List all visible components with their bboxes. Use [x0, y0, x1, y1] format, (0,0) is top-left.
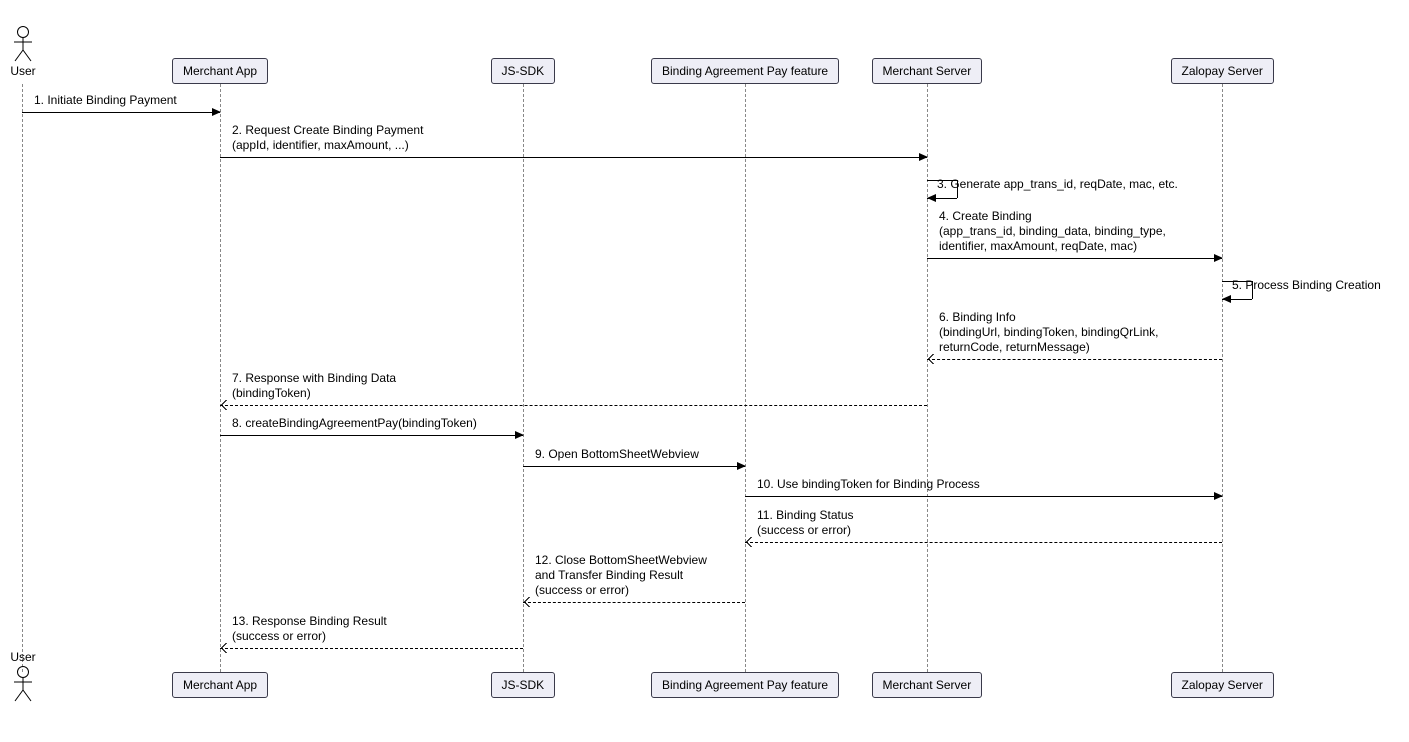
- participant-zalopay_server: Zalopay Server: [1171, 672, 1274, 698]
- participant-merchant_server: Merchant Server: [872, 58, 983, 84]
- message-label-8: 8. createBindingAgreementPay(bindingToke…: [232, 416, 477, 431]
- message-4: [927, 258, 1222, 259]
- actor-user: User: [11, 666, 35, 702]
- message-label-13: 13. Response Binding Result (success or …: [232, 614, 387, 644]
- message-label-3: 3. Generate app_trans_id, reqDate, mac, …: [937, 177, 1178, 192]
- message-label-1: 1. Initiate Binding Payment: [34, 93, 177, 108]
- sequence-diagram: User Merchant App JS-SDK Binding Agreement …: [0, 0, 1409, 742]
- message-8: [220, 435, 523, 436]
- message-label-6: 6. Binding Info (bindingUrl, bindingToke…: [939, 310, 1158, 355]
- lifeline-user: [22, 84, 23, 672]
- participant-merchant_app: Merchant App: [172, 58, 268, 84]
- participant-js_sdk: JS-SDK: [491, 672, 556, 698]
- message-6: [927, 359, 1222, 360]
- actor-user: User: [11, 26, 35, 62]
- message-1: [22, 112, 220, 113]
- message-label-2: 2. Request Create Binding Payment (appId…: [232, 123, 423, 153]
- lifeline-binding_feature: [745, 84, 746, 672]
- participant-merchant_server: Merchant Server: [872, 672, 983, 698]
- message-9: [523, 466, 745, 467]
- actor-label: User: [0, 64, 65, 78]
- message-12: [523, 602, 745, 603]
- message-label-5: 5. Process Binding Creation: [1232, 278, 1381, 293]
- message-11: [745, 542, 1222, 543]
- message-13: [220, 648, 523, 649]
- participant-binding_feature: Binding Agreement Pay feature: [651, 58, 839, 84]
- actor-label: User: [0, 650, 65, 664]
- message-7: [220, 405, 927, 406]
- participant-binding_feature: Binding Agreement Pay feature: [651, 672, 839, 698]
- message-label-12: 12. Close BottomSheetWebview and Transfe…: [535, 553, 707, 598]
- lifeline-merchant_app: [220, 84, 221, 672]
- participant-js_sdk: JS-SDK: [491, 58, 556, 84]
- message-label-7: 7. Response with Binding Data (bindingTo…: [232, 371, 396, 401]
- participant-zalopay_server: Zalopay Server: [1171, 58, 1274, 84]
- lifeline-zalopay_server: [1222, 84, 1223, 672]
- message-label-10: 10. Use bindingToken for Binding Process: [757, 477, 980, 492]
- message-2: [220, 157, 927, 158]
- lifeline-merchant_server: [927, 84, 928, 672]
- message-label-9: 9. Open BottomSheetWebview: [535, 447, 699, 462]
- message-label-4: 4. Create Binding (app_trans_id, binding…: [939, 209, 1166, 254]
- message-10: [745, 496, 1222, 497]
- message-label-11: 11. Binding Status (success or error): [757, 508, 854, 538]
- lifeline-js_sdk: [523, 84, 524, 672]
- participant-merchant_app: Merchant App: [172, 672, 268, 698]
